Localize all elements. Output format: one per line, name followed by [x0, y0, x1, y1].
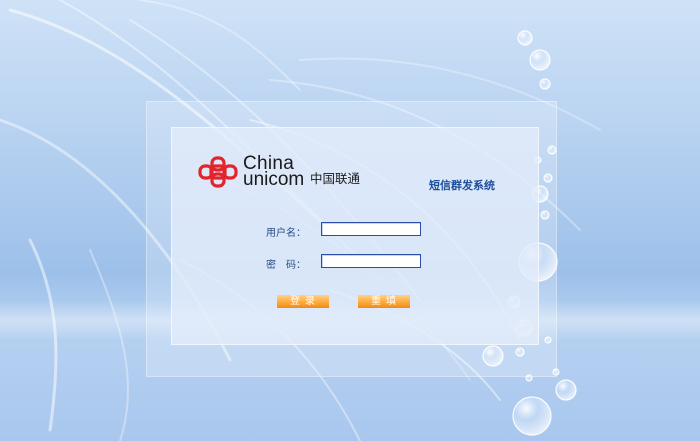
- login-button[interactable]: 登录: [277, 295, 329, 308]
- username-label: 用户名：: [266, 228, 306, 239]
- logo-text-chinese: 中国联通: [310, 171, 361, 186]
- china-unicom-logo: China unicom 中国联通: [197, 154, 367, 190]
- password-input[interactable]: [321, 254, 421, 268]
- username-input[interactable]: [321, 222, 421, 236]
- logo-text-unicom: unicom: [243, 169, 305, 190]
- password-label: 密 码：: [266, 260, 306, 271]
- reset-button[interactable]: 重填: [358, 295, 410, 308]
- unicom-knot-icon: [198, 156, 238, 188]
- login-screen: China unicom 中国联通 短信群发系统 用户名： 密 码： 登录 重填: [0, 0, 700, 441]
- system-title: 短信群发系统: [429, 179, 495, 192]
